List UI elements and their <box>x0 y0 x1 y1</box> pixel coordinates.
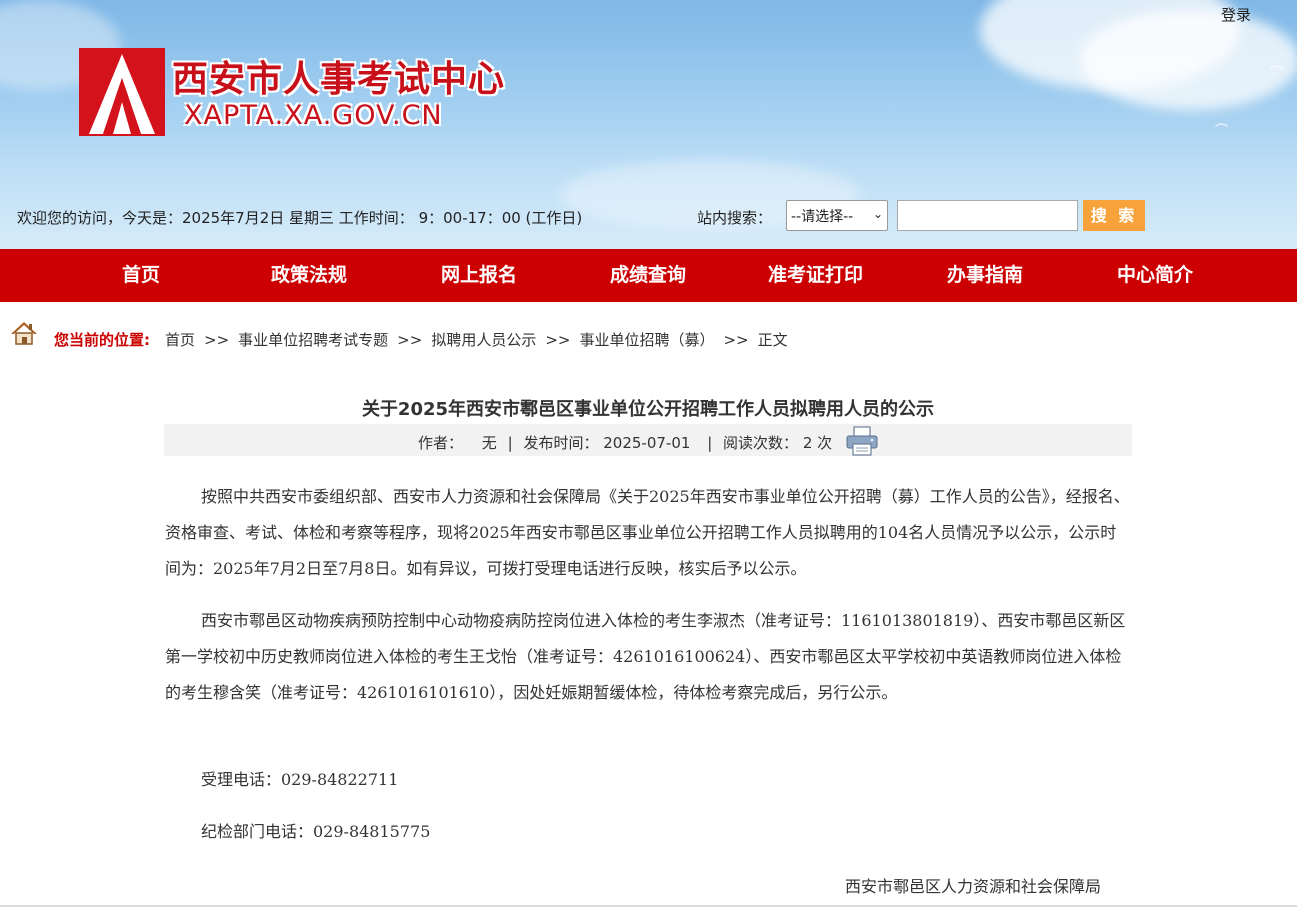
reads-value: 2 次 <box>802 434 833 452</box>
breadcrumb: 首页 >> 事业单位招聘考试专题 >> 拟聘用人员公示 >> 事业单位招聘（募） >> 正文 <box>165 329 788 350</box>
bird-icon: ⌒ <box>1270 66 1284 81</box>
article-meta: 作者： 无 | 发布时间： 2025-07-01 | 阅读次数： 2 次 <box>164 424 1132 456</box>
nav-item-register[interactable]: 网上报名 <box>441 249 517 302</box>
home-icon <box>10 320 38 346</box>
breadcrumb-separator: >> <box>204 331 230 349</box>
reads-label: 阅读次数： <box>723 434 799 452</box>
divider <box>0 905 1297 907</box>
breadcrumb-separator: >> <box>723 331 749 349</box>
search-category-select[interactable]: --请选择-- ⌄ <box>786 200 888 231</box>
article-title: 关于2025年西安市鄠邑区事业单位公开招聘工作人员拟聘用人员的公示 <box>361 399 935 420</box>
breadcrumb-item-current: 正文 <box>757 331 788 349</box>
meta-divider: | <box>707 434 713 452</box>
nav-item-about[interactable]: 中心简介 <box>1117 249 1193 302</box>
welcome-text: 欢迎您的访问，今天是：2025年7月2日 星期三 工作时间： 9：00-17：0… <box>17 209 583 227</box>
hotline-text: 受理电话：029-84822711 <box>201 770 399 789</box>
printer-icon[interactable] <box>845 426 879 456</box>
nav-item-admission-ticket[interactable]: 准考证打印 <box>768 249 863 302</box>
breadcrumb-item-recruitment-topic[interactable]: 事业单位招聘考试专题 <box>238 331 388 349</box>
date-value: 2025-07-01 <box>603 434 691 452</box>
logo-mark <box>79 48 165 136</box>
discipline-hotline-text: 纪检部门电话：029-84815775 <box>201 822 431 841</box>
chevron-down-icon: ⌄ <box>872 207 883 221</box>
site-url: XAPTA.XA.GOV.CN <box>184 100 443 131</box>
breadcrumb-separator: >> <box>545 331 571 349</box>
nav-item-home[interactable]: 首页 <box>122 249 160 302</box>
nav-item-guide[interactable]: 办事指南 <box>947 249 1023 302</box>
search-label: 站内搜索： <box>697 209 773 227</box>
nav-item-policy[interactable]: 政策法规 <box>271 249 347 302</box>
date-label: 发布时间： <box>523 434 599 452</box>
breadcrumb-separator: >> <box>397 331 423 349</box>
bird-icon: ⌒ <box>1215 124 1229 139</box>
article-paragraph: 西安市鄠邑区动物疾病预防控制中心动物疫病防控岗位进入体检的考生李淑杰（准考证号：… <box>165 611 1126 702</box>
author-label: 作者： <box>418 434 464 452</box>
search-input[interactable] <box>897 200 1078 231</box>
author-value: 无 <box>481 434 497 452</box>
breadcrumb-item-recruitment[interactable]: 事业单位招聘（募） <box>579 331 714 349</box>
meta-divider: | <box>507 434 513 452</box>
breadcrumb-item-home[interactable]: 首页 <box>165 331 195 349</box>
bird-icon: ⌒ <box>1185 64 1199 79</box>
select-value: --请选择-- <box>791 209 854 225</box>
login-link[interactable]: 登录 <box>1221 4 1251 25</box>
breadcrumb-item-hire-notice[interactable]: 拟聘用人员公示 <box>431 331 536 349</box>
breadcrumb-label: 您当前的位置: <box>54 331 150 349</box>
logo-a-icon <box>79 48 165 136</box>
site-header: ⌒ ⌒ ⌒ 西安市人事考试中心 XAPTA.XA.GOV.CN 登录 欢迎您的访… <box>0 0 1297 249</box>
article-signature: 西安市鄠邑区人力资源和社会保障局 <box>845 877 1102 896</box>
article-paragraph: 按照中共西安市委组织部、西安市人力资源和社会保障局《关于2025年西安市事业单位… <box>165 487 1130 578</box>
site-name: 西安市人事考试中心 <box>172 58 506 100</box>
nav-item-scores[interactable]: 成绩查询 <box>610 249 686 302</box>
main-nav: 首页 政策法规 网上报名 成绩查询 准考证打印 办事指南 中心简介 <box>0 249 1297 302</box>
search-button[interactable]: 搜 索 <box>1083 200 1145 231</box>
